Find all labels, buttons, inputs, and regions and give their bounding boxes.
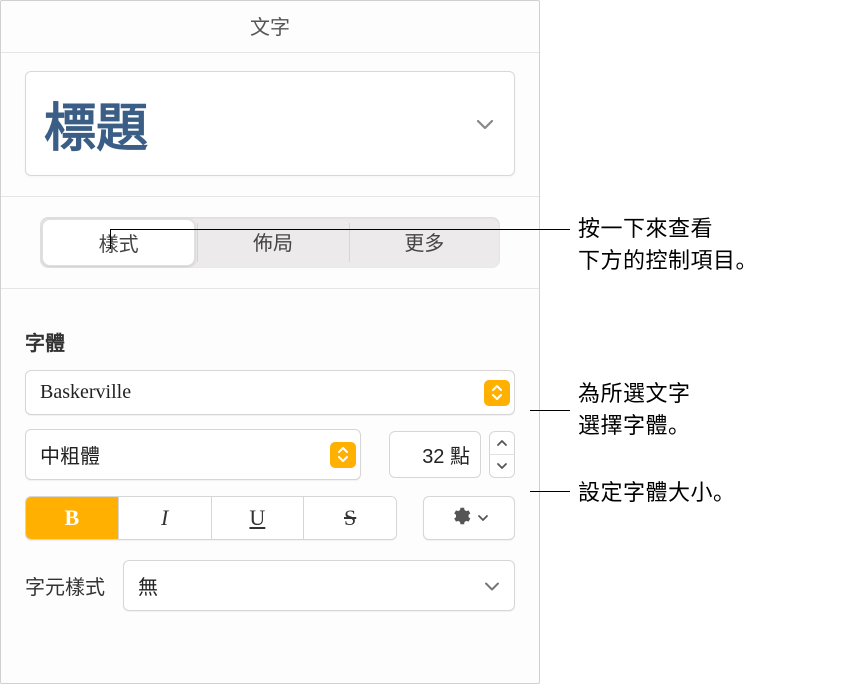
chevron-down-icon	[476, 118, 494, 130]
character-style-value: 無	[138, 577, 158, 599]
character-style-label: 字元樣式	[25, 571, 105, 600]
tab-layout[interactable]: 佈局	[197, 217, 348, 268]
stepper-down-button[interactable]	[490, 454, 514, 477]
callout-leader	[110, 229, 570, 230]
tab-more[interactable]: 更多	[349, 217, 500, 268]
strikethrough-button[interactable]: S	[303, 497, 396, 539]
font-weight-value: 中粗體	[40, 446, 100, 468]
text-format-panel: 文字 標題 樣式 佈局 更多 字體 Baskerville	[0, 0, 540, 684]
font-family-dropdown[interactable]: Baskerville	[25, 370, 515, 415]
callout-leader	[530, 491, 570, 492]
updown-caret-icon	[330, 442, 356, 468]
panel-title: 文字	[1, 1, 539, 53]
updown-caret-icon	[484, 380, 510, 406]
paragraph-style-value: 標題	[44, 101, 148, 158]
tab-label: 樣式	[99, 234, 139, 256]
callout-font-size: 設定字體大小。	[578, 477, 736, 509]
callout-leader	[530, 410, 570, 411]
paragraph-style-dropdown[interactable]: 標題	[25, 71, 515, 176]
divider	[1, 196, 539, 197]
font-size-field[interactable]: 32 點	[389, 431, 481, 478]
font-section-label: 字體	[25, 327, 515, 356]
advanced-options-button[interactable]	[423, 496, 515, 540]
font-size-stepper	[489, 431, 515, 478]
chevron-down-icon	[484, 574, 500, 597]
character-style-dropdown[interactable]: 無	[123, 560, 515, 611]
tab-label: 更多	[404, 233, 444, 255]
callout-tabs: 按一下來查看 下方的控制項目。	[578, 213, 758, 277]
format-button-group: B I U S	[25, 496, 397, 540]
underline-button[interactable]: U	[211, 497, 304, 539]
font-weight-dropdown[interactable]: 中粗體	[25, 429, 361, 480]
gear-icon	[449, 505, 471, 532]
divider	[1, 288, 539, 289]
tab-label: 佈局	[253, 233, 293, 255]
chevron-down-icon	[477, 509, 489, 527]
callout-font-family: 為所選文字 選擇字體。	[578, 378, 691, 442]
stepper-up-button[interactable]	[490, 432, 514, 454]
callout-leader	[110, 229, 111, 249]
tab-style[interactable]: 樣式	[42, 219, 195, 266]
italic-button[interactable]: I	[118, 497, 211, 539]
bold-button[interactable]: B	[26, 497, 118, 539]
tab-segmented-control: 樣式 佈局 更多	[40, 217, 500, 268]
font-family-value: Baskerville	[40, 381, 131, 403]
